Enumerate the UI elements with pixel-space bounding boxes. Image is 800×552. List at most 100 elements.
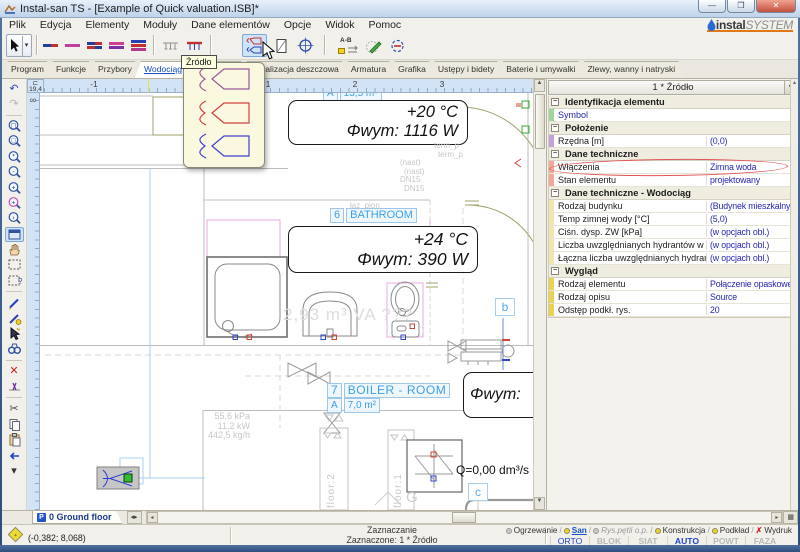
- source-element-selected[interactable]: [97, 467, 139, 489]
- canvas-hscrollbar[interactable]: ◂ ▸: [146, 511, 784, 524]
- boiler-room-label[interactable]: 7BOILER - ROOM: [327, 383, 450, 398]
- edit-arrow-button[interactable]: [5, 326, 24, 341]
- layer-tab-san[interactable]: San: [562, 526, 589, 535]
- pipe-pair-circulation-button[interactable]: [106, 34, 126, 57]
- tab-grafika[interactable]: Grafika: [389, 61, 435, 78]
- edit-connection-button[interactable]: [362, 34, 384, 57]
- redo-button[interactable]: ↷: [5, 96, 24, 111]
- drawing-canvas[interactable]: A13,5 m² +20 °C Φwym: 1116 W term_pterm_…: [40, 93, 533, 510]
- property-row-liczba-uwzgl-dnianych-hydrant-w-w-pionie[interactable]: Liczba uwzględnianych hydrantów w pionie…: [549, 239, 790, 252]
- menu-item-pomoc[interactable]: Pomoc: [362, 19, 409, 31]
- property-row-rodzaj-opisu[interactable]: Rodzaj opisuSource: [549, 291, 790, 304]
- collapse-icon[interactable]: −: [551, 124, 559, 132]
- property-row-rz-dna-m[interactable]: Rzędna [m](0,0): [549, 135, 790, 148]
- property-value[interactable]: 20: [706, 305, 790, 315]
- delete-button[interactable]: ✕: [5, 364, 24, 379]
- source-symbol-purple[interactable]: [196, 66, 252, 97]
- room-data-box-24[interactable]: +24 °C Φwym: 390 W: [288, 226, 478, 273]
- property-row-w-czenia[interactable]: WłączeniaZimna woda: [549, 161, 790, 174]
- pan-hand-button[interactable]: [5, 242, 24, 257]
- layer-tab-konstrukcja[interactable]: Konstrukcja: [653, 526, 708, 535]
- tab-armatura[interactable]: Armatura: [342, 61, 395, 78]
- pipe-triple-button[interactable]: [128, 34, 148, 57]
- collapse-icon[interactable]: −: [551, 150, 559, 158]
- property-row-odst-p-podk-rys[interactable]: Odstęp podkł. rys.20: [549, 304, 790, 317]
- pipe-circulation-button[interactable]: [62, 34, 82, 57]
- maximize-button[interactable]: ❒: [727, 0, 755, 13]
- fit-window-button[interactable]: [5, 227, 24, 242]
- menu-item-modu-y[interactable]: Moduły: [136, 19, 184, 31]
- property-row-rodzaj-elementu[interactable]: Rodzaj elementuPołączenie opaskowe: [549, 278, 790, 291]
- property-row-rodzaj-budynku[interactable]: Rodzaj budynku(Budynek mieszkalny): [549, 200, 790, 213]
- paste-button[interactable]: [5, 432, 24, 447]
- property-row-symbol[interactable]: Symbol: [549, 109, 790, 122]
- hscroll-thumb[interactable]: [452, 512, 476, 523]
- power-box-partial[interactable]: Φwym:: [463, 372, 533, 418]
- circle-cross-tool-button[interactable]: [294, 34, 316, 57]
- collapse-icon[interactable]: −: [551, 267, 559, 275]
- menu-item-opcje[interactable]: Opcje: [277, 19, 318, 31]
- scroll-right-button[interactable]: ▸: [771, 512, 782, 523]
- layer-tab-ogrzewanie[interactable]: Ogrzewanie: [504, 526, 560, 535]
- tab-zlewy-wanny-i-natryski[interactable]: Zlewy, wanny i natryski: [579, 61, 685, 78]
- layer-tab-podk-ad[interactable]: Podkład: [710, 526, 752, 535]
- property-value[interactable]: (w opcjach obl.): [706, 253, 790, 263]
- canvas-vscrollbar[interactable]: ▲ ▼: [533, 79, 545, 510]
- property-section-dane-techniczne-wodoci-g[interactable]: −Dane techniczne - Wodociąg: [549, 187, 790, 200]
- format-painter-button[interactable]: [5, 310, 24, 325]
- menu-item-dane-element-w[interactable]: Dane elementów: [184, 19, 277, 31]
- element-selector-combo[interactable]: 1 * Źródło ▼: [548, 80, 798, 95]
- vscroll-thumb[interactable]: [535, 94, 545, 149]
- zoom-all-button[interactable]: +: [5, 196, 24, 211]
- property-value[interactable]: projektowany: [706, 175, 790, 185]
- pipe-pair-button[interactable]: [84, 34, 104, 57]
- zoom-area-button[interactable]: □: [5, 134, 24, 149]
- boiler-area-label[interactable]: A7,0 m²: [327, 398, 380, 413]
- room-data-box-20[interactable]: +20 °C Φwym: 1116 W: [288, 100, 468, 145]
- tab-baterie-i-umywalki[interactable]: Baterie i umywalki: [497, 61, 584, 78]
- property-value[interactable]: Zimna woda: [706, 162, 790, 172]
- tab-ust-py-i-bidety[interactable]: Ustępy i bidety: [429, 61, 503, 78]
- copy-button[interactable]: [5, 417, 24, 432]
- scroll-up-button[interactable]: ▲: [534, 79, 545, 92]
- disconnect-button[interactable]: [5, 379, 24, 394]
- zoom-window-button[interactable]: ▢: [5, 119, 24, 134]
- tab-program[interactable]: Program: [2, 61, 53, 78]
- manifold-colored-button[interactable]: [183, 34, 205, 57]
- property-value[interactable]: (0,0): [706, 136, 790, 146]
- cut-scissors-button[interactable]: ✂: [5, 401, 24, 416]
- scroll-down-button[interactable]: ▼: [534, 497, 545, 510]
- property-value[interactable]: (w opcjach obl.): [706, 227, 790, 237]
- property-value[interactable]: (Budynek mieszkalny): [706, 201, 790, 211]
- undo-button[interactable]: ↶: [5, 81, 24, 96]
- property-row-czna-liczba-uwzgl-dnianych-hydrant-w-dla-r-d-a[interactable]: Łączna liczba uwzględnianych hydrantów d…: [549, 252, 790, 265]
- node-label-c[interactable]: c: [468, 483, 488, 501]
- ruler-corner[interactable]: ⊏19,4: [27, 79, 44, 93]
- tab-przybory[interactable]: Przybory: [89, 61, 141, 78]
- bathroom-label[interactable]: 6BATHROOM: [330, 208, 417, 223]
- property-value[interactable]: (w opcjach obl.): [706, 240, 790, 250]
- property-row-ci-n-dysp-zw-kpa[interactable]: Ciśn. dysp. ZW [kPa](w opcjach obl.): [549, 226, 790, 239]
- close-button[interactable]: ✕: [756, 0, 796, 13]
- sheet-tab-scroll-buttons[interactable]: ◂▸: [127, 511, 142, 524]
- property-row-temp-zimnej-wody-c[interactable]: Temp zimnej wody [°C](5,0): [549, 213, 790, 226]
- shower-tray[interactable]: [207, 257, 287, 340]
- select-tool-button[interactable]: ▾: [6, 34, 32, 57]
- select-area-query-button[interactable]: ?: [5, 273, 24, 288]
- tab-funkcje[interactable]: Funkcje: [47, 61, 95, 78]
- menu-item-plik[interactable]: Plik: [2, 19, 33, 31]
- find-binoculars-button[interactable]: [5, 341, 24, 356]
- zoom-prev-button[interactable]: *: [5, 150, 24, 165]
- collapse-icon[interactable]: −: [551, 98, 559, 106]
- sheet-tab-ground-floor[interactable]: P 0 Ground floor: [32, 511, 123, 524]
- source-symbol-red[interactable]: [196, 100, 252, 131]
- props-scroll-strip[interactable]: ▴: [790, 79, 798, 510]
- property-section-dane-techniczne[interactable]: −Dane techniczne: [549, 148, 790, 161]
- draw-pencil-button[interactable]: [5, 295, 24, 310]
- zoom-in-button[interactable]: +: [5, 180, 24, 195]
- heat-exchanger[interactable]: [407, 440, 462, 492]
- layer-tab-wydruk[interactable]: ✗Wydruk: [754, 526, 794, 535]
- menu-item-edycja[interactable]: Edycja: [33, 19, 79, 31]
- select-tool-dropdown[interactable]: ▾: [22, 36, 30, 56]
- minimize-button[interactable]: —: [698, 0, 726, 13]
